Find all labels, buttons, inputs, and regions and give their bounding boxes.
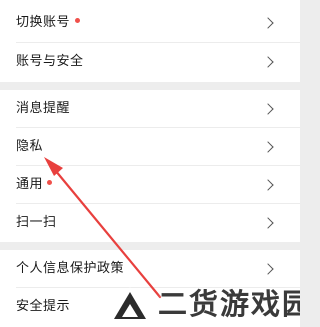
chevron-right-icon — [262, 179, 274, 191]
switch-account-label: 切换账号 — [16, 15, 71, 30]
scan-row[interactable]: 扫一扫 — [0, 204, 300, 242]
chevron-right-icon — [262, 217, 274, 229]
account-security-row[interactable]: 账号与安全 — [0, 43, 300, 81]
privacy-row[interactable]: 隐私 — [0, 128, 300, 166]
general-row[interactable]: 通用 — [0, 166, 300, 204]
watermark-text: 二货游戏园 — [158, 287, 300, 321]
scan-label: 扫一扫 — [16, 215, 57, 230]
chevron-right-icon — [262, 17, 274, 29]
general-badge-dot — [47, 180, 52, 185]
general-label: 通用 — [16, 177, 44, 192]
triangle-logo-icon — [110, 287, 150, 321]
chevron-right-icon — [262, 103, 274, 115]
watermark: 二货游戏园 — [108, 282, 300, 327]
notifications-row[interactable]: 消息提醒 — [0, 90, 300, 128]
settings-group-account: 切换账号 账号与安全 — [0, 0, 300, 82]
chevron-right-icon — [262, 56, 274, 68]
settings-group-general: 消息提醒 隐私 通用 扫一扫 — [0, 90, 300, 242]
chevron-right-icon — [262, 263, 274, 275]
privacy-label: 隐私 — [16, 139, 44, 154]
account-security-label: 账号与安全 — [16, 54, 84, 69]
notifications-label: 消息提醒 — [16, 101, 71, 116]
security-tips-label: 安全提示 — [16, 299, 71, 314]
privacy-policy-label: 个人信息保护政策 — [16, 261, 125, 276]
settings-screen: 切换账号 账号与安全 消息提醒 隐私 通用 扫一扫 个人信息保护政策 安全提示 … — [0, 0, 300, 327]
switch-account-row[interactable]: 切换账号 — [0, 4, 300, 42]
switch-account-badge-dot — [75, 18, 80, 23]
chevron-right-icon — [262, 141, 274, 153]
